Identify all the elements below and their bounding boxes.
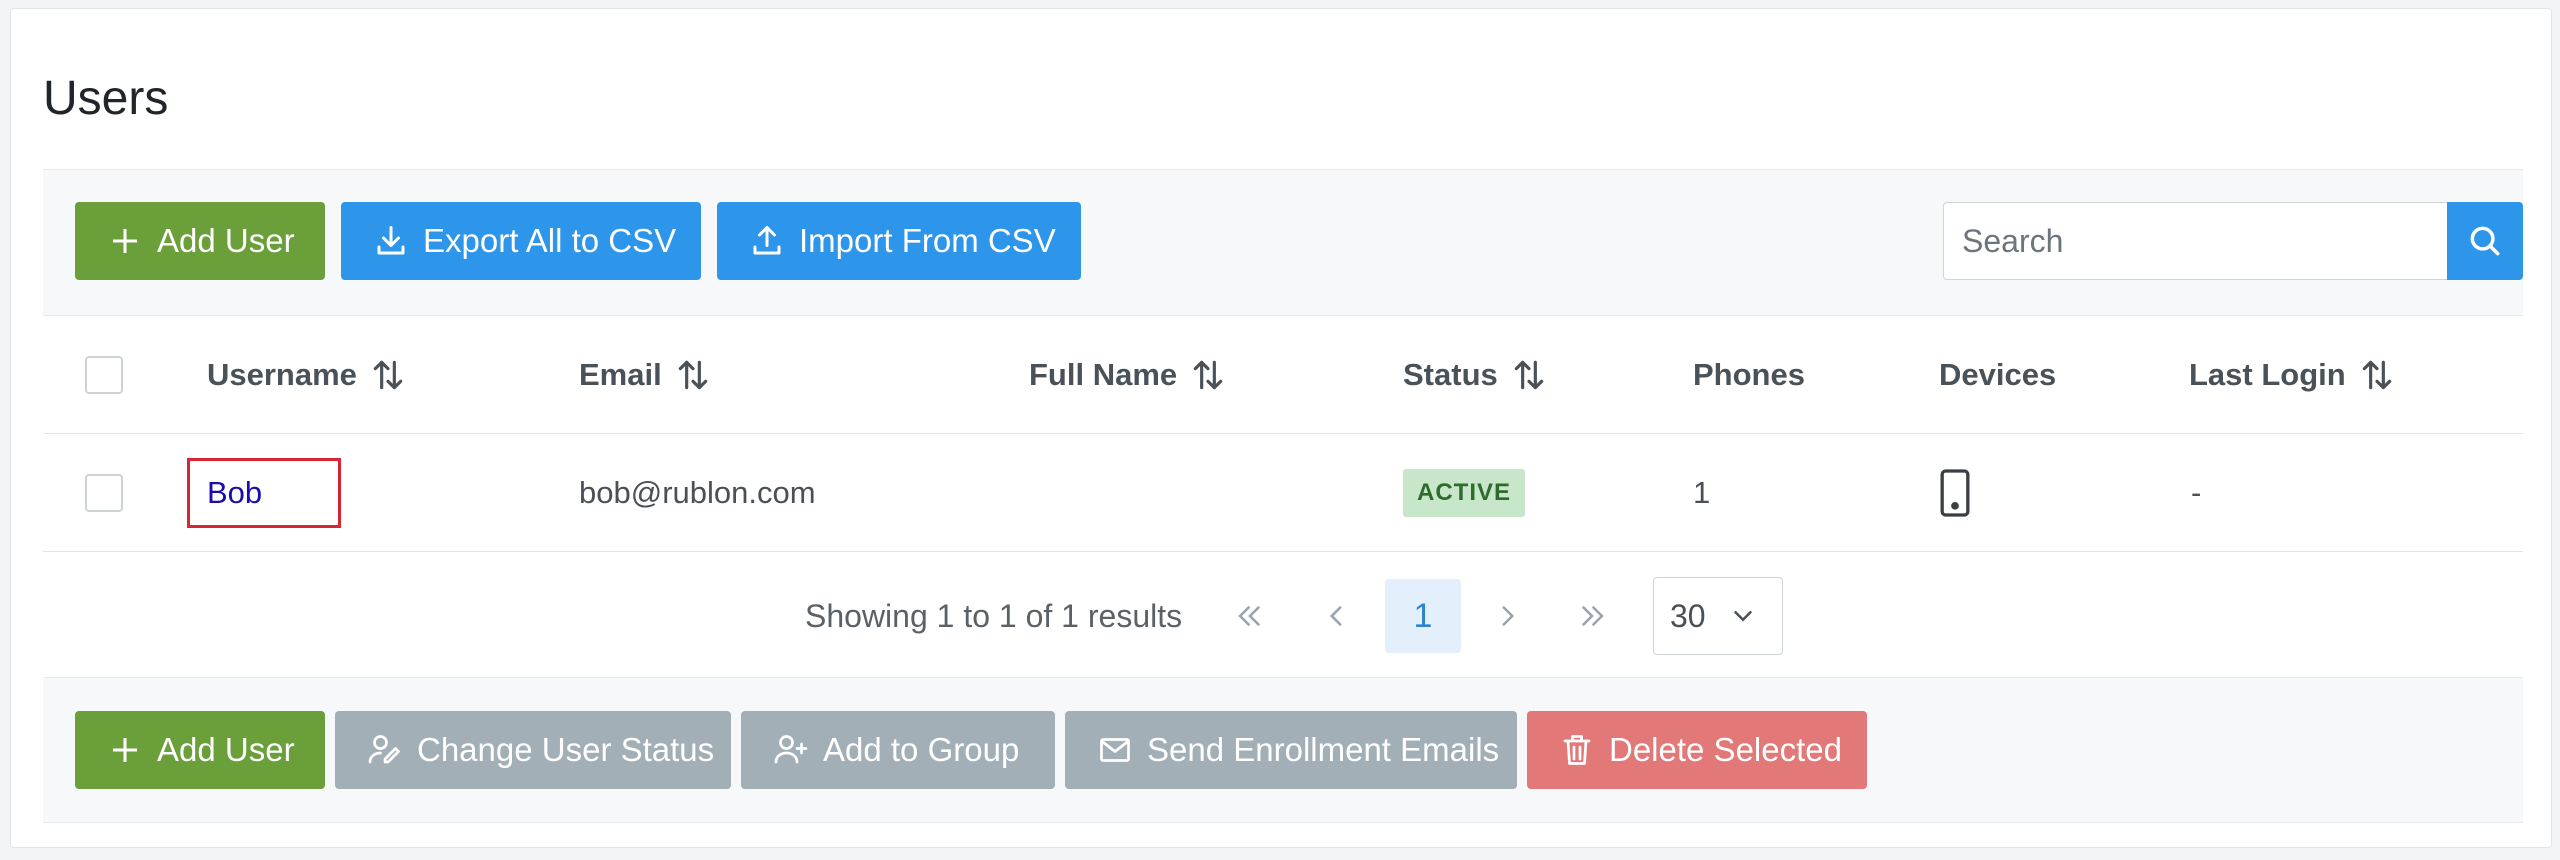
username-cell: Bob: [207, 434, 262, 551]
search-button[interactable]: [2447, 202, 2523, 280]
sort-icon: [678, 360, 707, 389]
first-page-button[interactable]: [1213, 579, 1287, 653]
toolbar: Add User Export All to CSV Import From C…: [43, 169, 2523, 316]
row-checkbox[interactable]: [85, 474, 123, 512]
table-header: Username Email Full Name Status Phones D…: [43, 316, 2523, 434]
users-card: Users Add User Export All to CSV Import …: [10, 8, 2552, 848]
add-user-button[interactable]: Add User: [75, 202, 325, 280]
import-csv-button[interactable]: Import From CSV: [717, 202, 1081, 280]
select-all-checkbox[interactable]: [85, 356, 123, 394]
export-csv-label: Export All to CSV: [423, 222, 677, 259]
email-cell: bob@rublon.com: [579, 474, 816, 510]
upload-icon: [753, 226, 781, 255]
sort-icon: [1514, 360, 1543, 389]
phones-cell: 1: [1693, 474, 1711, 510]
column-username[interactable]: Username: [207, 316, 407, 433]
column-devices-label: Devices: [1939, 356, 2057, 392]
prev-page-button[interactable]: [1299, 579, 1373, 653]
add-to-group-label: Add to Group: [823, 731, 1020, 768]
per-page-value: 30: [1670, 597, 1706, 634]
smartphone-icon[interactable]: [1933, 467, 1977, 519]
username-link[interactable]: Bob: [207, 475, 262, 511]
column-status[interactable]: Status: [1403, 316, 1548, 433]
send-enrollment-emails-button[interactable]: Send Enrollment Emails: [1065, 711, 1517, 789]
add-to-group-button[interactable]: Add to Group: [741, 711, 1055, 789]
add-user-label: Add User: [157, 222, 295, 259]
status-cell: ACTIVE: [1403, 434, 1526, 551]
delete-selected-label: Delete Selected: [1609, 731, 1842, 768]
plus-icon: [113, 229, 137, 253]
page-title: Users: [43, 72, 169, 125]
import-csv-label: Import From CSV: [799, 222, 1056, 259]
column-email-label: Email: [579, 356, 662, 392]
per-page-select[interactable]: 30: [1653, 577, 1783, 655]
next-page-button[interactable]: [1471, 579, 1545, 653]
trash-icon: [1563, 735, 1591, 765]
column-devices: Devices: [1939, 316, 2056, 433]
devices-cell: [1933, 434, 1977, 551]
delete-selected-button[interactable]: Delete Selected: [1527, 711, 1867, 789]
last-login-cell: -: [2191, 474, 2202, 510]
last-page-button[interactable]: [1555, 579, 1629, 653]
column-last-login[interactable]: Last Login: [2189, 316, 2396, 433]
chevron-left-icon: [1329, 606, 1342, 626]
sort-icon: [373, 360, 403, 389]
change-user-status-button[interactable]: Change User Status: [335, 711, 731, 789]
bulk-actions-bar: Add User Change User Status Add to Group…: [43, 677, 2523, 823]
send-enrollment-emails-label: Send Enrollment Emails: [1147, 731, 1500, 768]
pagination: Showing 1 to 1 of 1 results 1 30: [43, 552, 2523, 677]
add-user-bottom-label: Add User: [157, 731, 295, 768]
download-icon: [377, 226, 405, 255]
column-full-name-label: Full Name: [1029, 356, 1178, 392]
column-email[interactable]: Email: [579, 316, 712, 433]
chevron-down-icon: [1733, 611, 1752, 622]
chevrons-right-icon: [1582, 606, 1604, 626]
mail-icon: [1100, 738, 1130, 762]
export-csv-button[interactable]: Export All to CSV: [341, 202, 701, 280]
search-icon: [2470, 226, 2500, 256]
search-input[interactable]: [1943, 202, 2447, 280]
page-1-button[interactable]: 1: [1385, 579, 1461, 653]
column-phones-label: Phones: [1693, 356, 1805, 392]
column-status-label: Status: [1403, 356, 1498, 392]
sort-icon: [1193, 360, 1223, 389]
add-user-bottom-button[interactable]: Add User: [75, 711, 325, 789]
status-badge: ACTIVE: [1403, 468, 1526, 517]
column-phones: Phones: [1693, 316, 1805, 433]
chevron-right-icon: [1502, 606, 1515, 626]
column-username-label: Username: [207, 356, 357, 392]
change-user-status-label: Change User Status: [417, 731, 715, 768]
column-last-login-label: Last Login: [2189, 356, 2346, 392]
user-plus-icon: [774, 735, 808, 764]
sort-icon: [2362, 360, 2391, 389]
user-edit-icon: [368, 735, 400, 764]
chevrons-left-icon: [1238, 606, 1260, 626]
column-full-name[interactable]: Full Name: [1029, 316, 1227, 433]
table-row: Bob bob@rublon.com ACTIVE 1 -: [43, 434, 2523, 552]
results-summary: Showing 1 to 1 of 1 results: [805, 598, 1183, 634]
plus-icon: [113, 738, 137, 762]
